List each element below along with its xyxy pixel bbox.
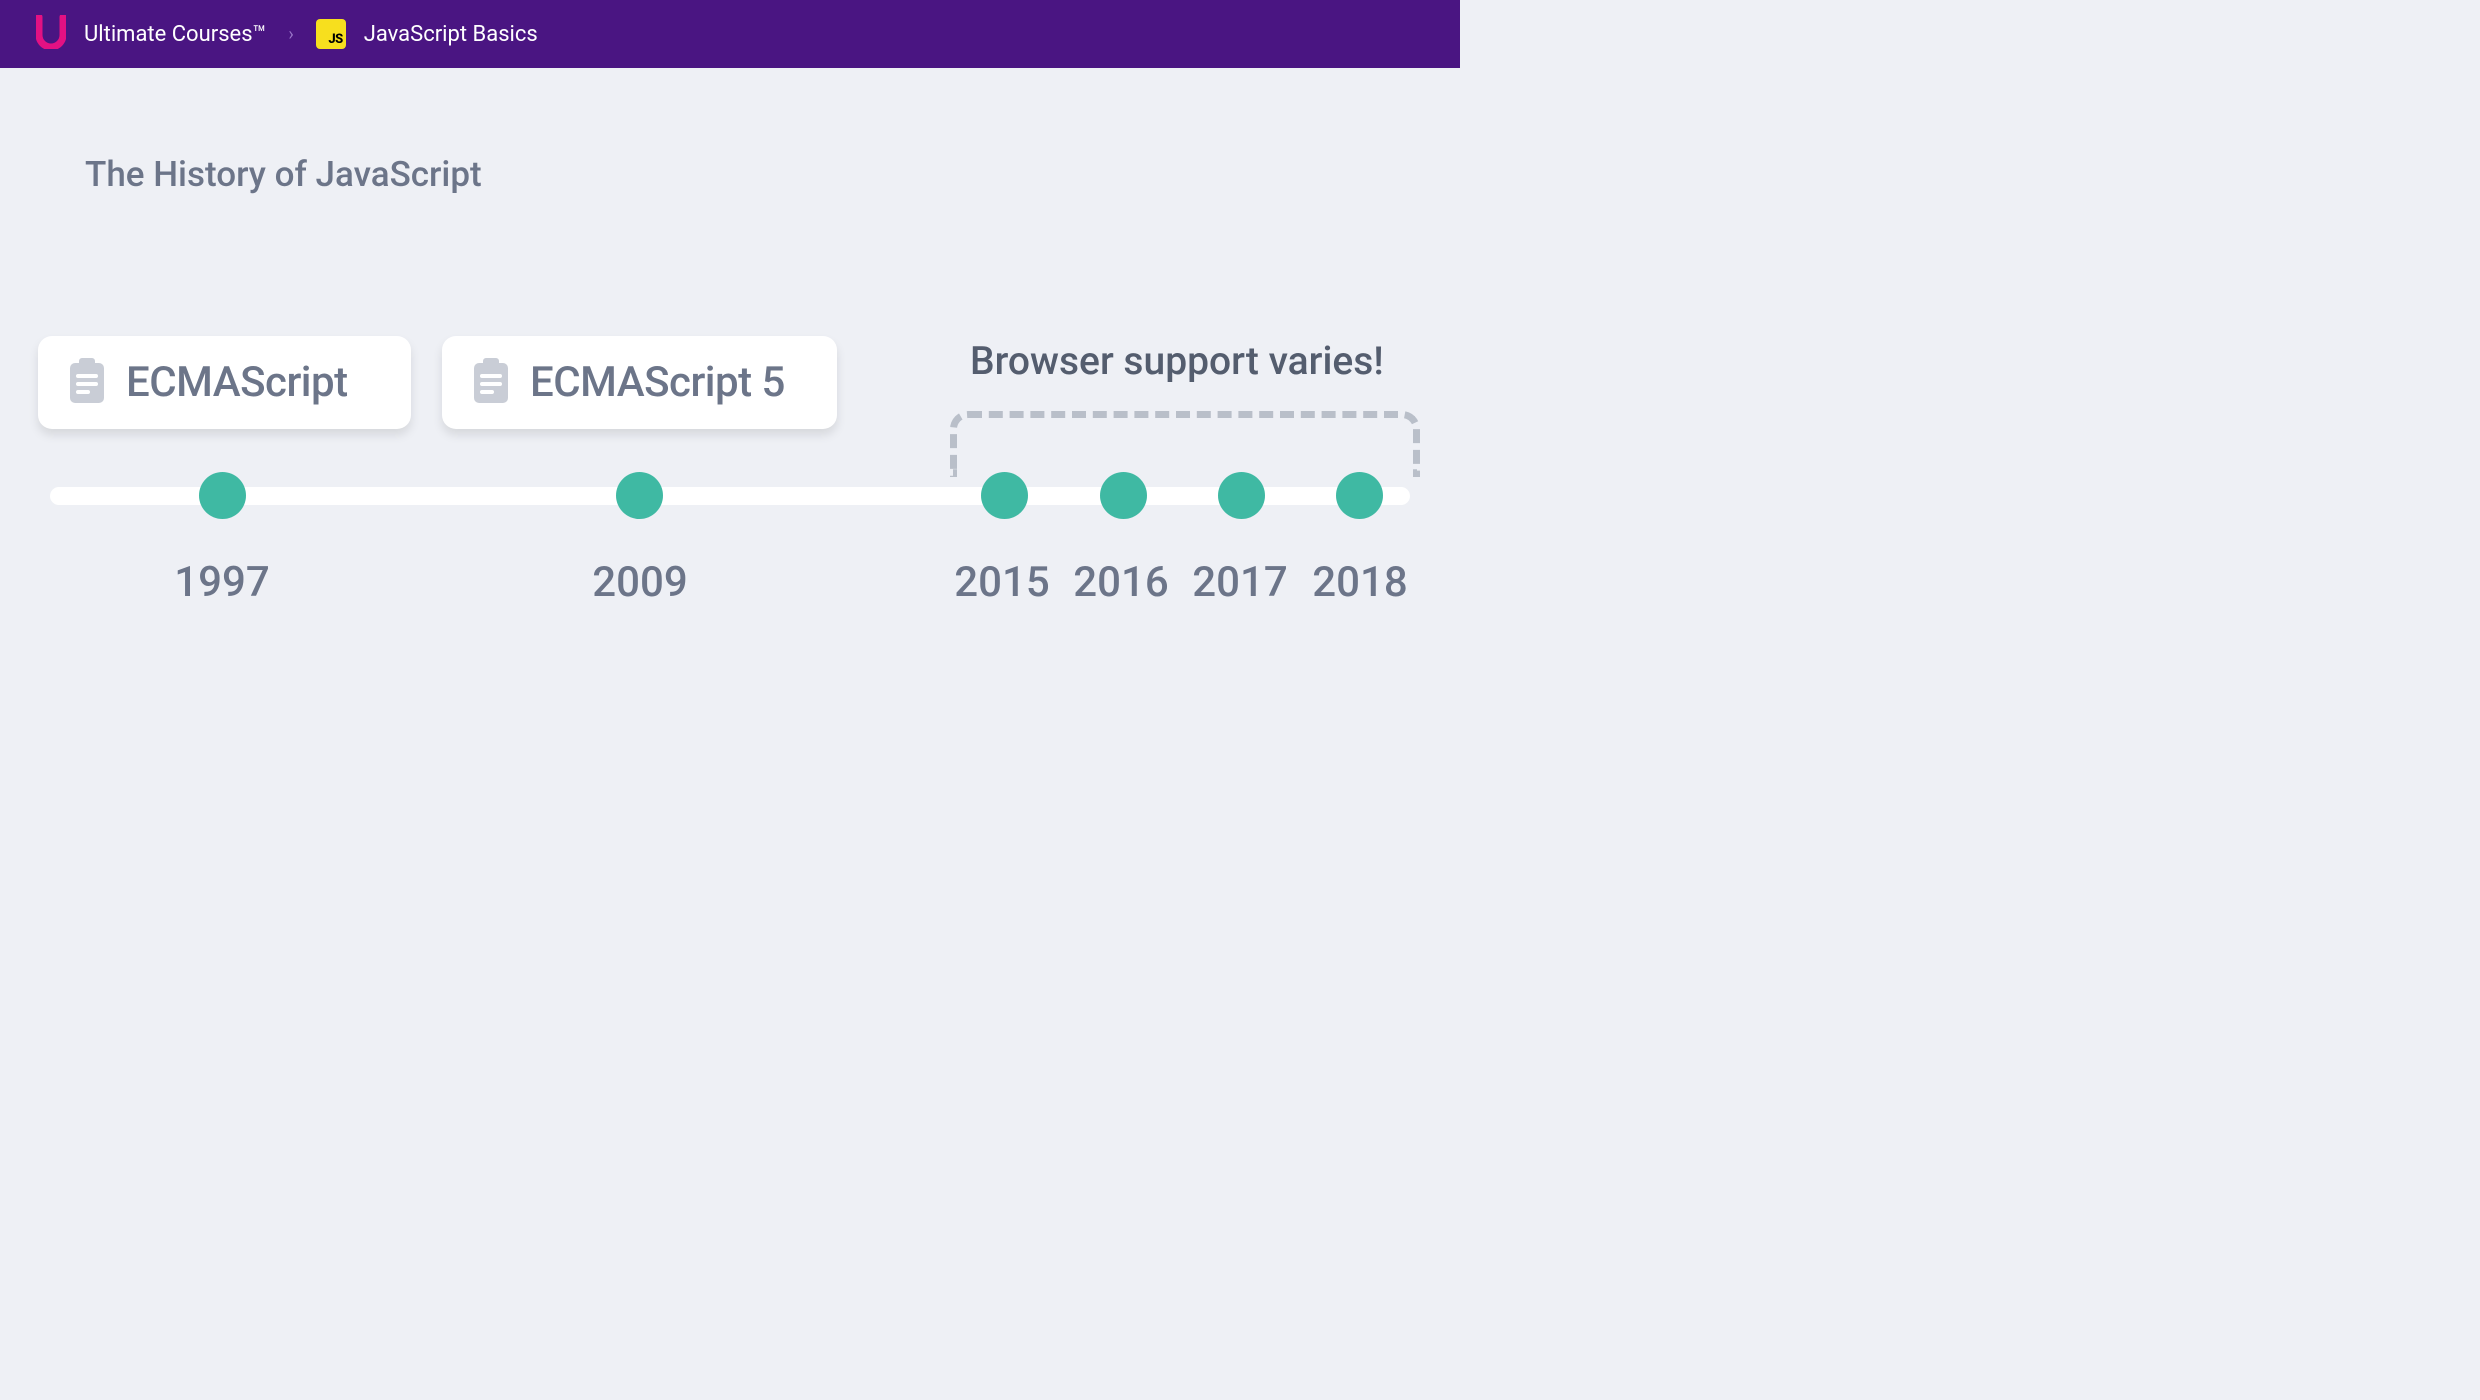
chevron-right-icon: › [288, 24, 293, 45]
dashed-bracket [950, 411, 1420, 477]
timeline-dot [616, 472, 663, 519]
card-ecmascript: ECMAScript [38, 336, 411, 429]
course-name[interactable]: JavaScript Basics [364, 22, 538, 47]
timeline-year: 2009 [580, 558, 700, 607]
js-badge-icon: JS [316, 19, 346, 49]
timeline-dot [1218, 472, 1265, 519]
annotation-text: Browser support varies! [970, 338, 1384, 384]
timeline-year: 2018 [1300, 558, 1420, 607]
brand-name[interactable]: Ultimate Courses™ [84, 22, 266, 47]
card-ecmascript5: ECMAScript 5 [442, 336, 837, 429]
clipboard-icon [470, 357, 512, 409]
timeline-year: 2017 [1180, 558, 1300, 607]
header-bar: Ultimate Courses™ › JS JavaScript Basics [0, 0, 1460, 68]
logo-icon [36, 15, 66, 53]
timeline-dot [981, 472, 1028, 519]
clipboard-icon [66, 357, 108, 409]
card-label: ECMAScript [126, 358, 348, 407]
timeline-year: 2015 [942, 558, 1062, 607]
timeline-dot [1100, 472, 1147, 519]
timeline-dot [1336, 472, 1383, 519]
timeline-year: 1997 [162, 558, 282, 607]
timeline-year: 2016 [1061, 558, 1181, 607]
timeline-track [50, 487, 1410, 505]
timeline-dot [199, 472, 246, 519]
slide-content: The History of JavaScript ECMAScript [0, 68, 1460, 822]
js-badge-label: JS [328, 32, 342, 47]
card-label: ECMAScript 5 [530, 358, 785, 407]
slide-title: The History of JavaScript [85, 154, 482, 195]
